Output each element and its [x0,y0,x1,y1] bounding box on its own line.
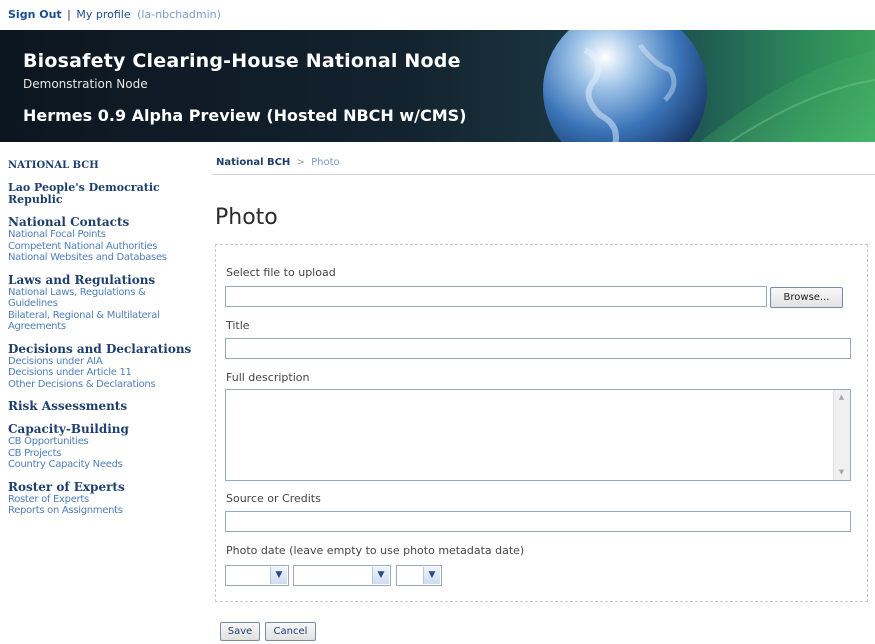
breadcrumb-current: Photo [311,157,340,168]
my-profile-link[interactable]: My profile [76,8,130,21]
breadcrumb-root-link[interactable]: National BCH [216,157,290,168]
chevron-down-icon[interactable]: ▼ [270,567,287,584]
photo-date-month-select[interactable]: ▼ [293,565,391,586]
scroll-up-icon[interactable]: ▲ [837,393,846,402]
photo-date-year-select[interactable]: ▼ [396,565,442,586]
sidebar-section-risk-assessments[interactable]: Risk Assessments [8,399,198,413]
sidebar-section-decisions[interactable]: Decisions and Declarations [8,342,198,356]
sidebar-item-national-focal-points[interactable]: National Focal Points [8,229,198,241]
sidebar-section-roster[interactable]: Roster of Experts [8,480,198,494]
sidebar-item-cb-projects[interactable]: CB Projects [8,448,198,460]
sidebar-item-other-decisions[interactable]: Other Decisions & Declarations [8,379,198,391]
sidebar-item-decisions-article-11[interactable]: Decisions under Article 11 [8,367,198,379]
top-user-bar: Sign Out | My profile (la-nbchadmin) [8,8,221,21]
username-label: (la-nbchadmin) [137,8,221,21]
title-label: Title [226,319,250,332]
chevron-down-icon[interactable]: ▼ [372,567,389,584]
banner-preview-label: Hermes 0.9 Alpha Preview (Hosted NBCH w/… [23,106,467,125]
breadcrumb: National BCH > Photo [216,157,340,168]
site-banner: Biosafety Clearing-House National Node D… [0,30,875,142]
cancel-button[interactable]: Cancel [265,622,316,641]
description-textarea[interactable]: ▲ ▼ [225,389,851,481]
sidebar-header[interactable]: NATIONAL BCH [8,160,198,171]
breadcrumb-separator: > [296,157,305,168]
sidebar-section-capacity-building[interactable]: Capacity-Building [8,422,198,436]
sidebar-item-national-websites[interactable]: National Websites and Databases [8,252,198,264]
sidebar-section-national-contacts[interactable]: National Contacts [8,215,198,229]
topbar-separator: | [67,8,71,21]
sidebar-country[interactable]: Lao People's Democratic Republic [8,182,178,206]
title-input[interactable] [225,338,851,359]
source-credits-label: Source or Credits [226,492,321,505]
scroll-down-icon[interactable]: ▼ [837,468,846,477]
source-credits-input[interactable] [225,511,851,532]
sign-out-link[interactable]: Sign Out [8,8,62,21]
photo-date-day-select[interactable]: ▼ [225,565,289,586]
sidebar-item-country-capacity-needs[interactable]: Country Capacity Needs [8,459,198,471]
save-button[interactable]: Save [220,622,260,641]
file-upload-label: Select file to upload [226,266,336,279]
breadcrumb-divider [212,174,875,175]
description-label: Full description [226,371,310,384]
banner-title: Biosafety Clearing-House National Node [23,50,461,72]
sidebar-item-decisions-aia[interactable]: Decisions under AIA [8,356,198,368]
sidebar-item-competent-national-authorities[interactable]: Competent National Authorities [8,241,198,253]
banner-subtitle: Demonstration Node [23,77,148,91]
browse-button[interactable]: Browse... [770,287,843,308]
chevron-down-icon[interactable]: ▼ [423,567,440,584]
sidebar-item-bilateral-agreements[interactable]: Bilateral, Regional & Multilateral Agree… [8,310,188,333]
page-title: Photo [215,205,278,230]
sidebar-section-laws[interactable]: Laws and Regulations [8,273,198,287]
description-scrollbar[interactable]: ▲ ▼ [833,390,850,480]
photo-date-label: Photo date (leave empty to use photo met… [226,544,525,557]
sidebar-item-national-laws[interactable]: National Laws, Regulations & Guidelines [8,287,178,310]
sidebar-item-cb-opportunities[interactable]: CB Opportunities [8,436,198,448]
sidebar-nav: NATIONAL BCH Lao People's Democratic Rep… [8,160,198,517]
file-upload-input[interactable] [225,286,767,307]
sidebar-item-reports-on-assignments[interactable]: Reports on Assignments [8,505,198,517]
sidebar-item-roster-of-experts[interactable]: Roster of Experts [8,494,198,506]
